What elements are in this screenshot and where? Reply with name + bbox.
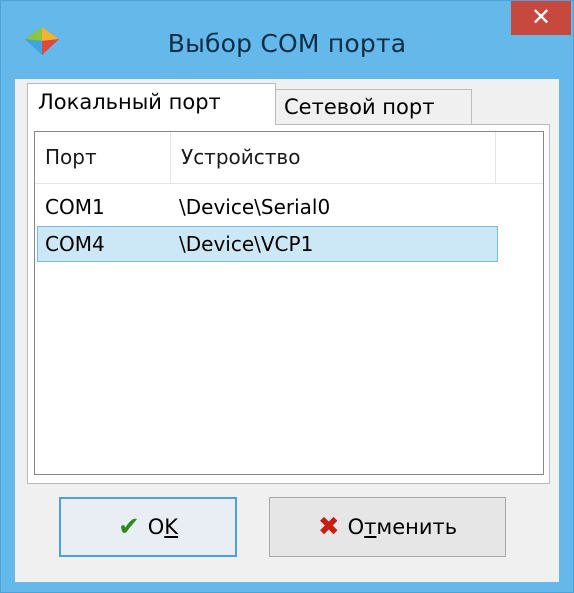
dialog-client-area: Локальный порт Сетевой порт Порт Устройс…	[15, 79, 559, 582]
device-cell: \Device\Serial0	[179, 195, 331, 219]
device-cell: \Device\VCP1	[179, 232, 314, 256]
column-header-filler	[496, 132, 543, 184]
tab-panel: Порт Устройство COM1 \Device\Serial0 COM…	[27, 124, 550, 484]
port-list[interactable]: Порт Устройство COM1 \Device\Serial0 COM…	[34, 131, 544, 475]
checkmark-icon: ✔	[117, 512, 140, 542]
port-cell: COM1	[45, 195, 105, 219]
column-header-device[interactable]: Устройство	[171, 132, 496, 184]
window-title: Выбор COM порта	[167, 29, 407, 58]
close-button[interactable]: ✕	[511, 1, 571, 35]
com-port-dialog: Выбор COM порта ✕ Локальный порт Сетевой…	[0, 0, 574, 593]
ok-button[interactable]: ✔ OK	[59, 497, 237, 557]
list-header: Порт Устройство	[35, 132, 543, 184]
column-header-port[interactable]: Порт	[35, 132, 171, 184]
port-cell: COM4	[45, 232, 105, 256]
title-bar[interactable]: Выбор COM порта ✕	[1, 1, 573, 79]
cancel-button[interactable]: ✖ Отменить	[269, 497, 506, 557]
tab-network-port-label: Сетевой порт	[284, 95, 435, 119]
cancel-button-label: Отменить	[347, 515, 458, 539]
tab-local-port-label: Локальный порт	[38, 90, 221, 114]
table-row-selected[interactable]: COM4 \Device\VCP1	[37, 226, 498, 262]
close-icon: ✕	[530, 3, 552, 31]
cross-icon: ✖	[317, 512, 340, 542]
tab-network-port[interactable]: Сетевой порт	[275, 89, 472, 125]
tab-local-port[interactable]: Локальный порт	[27, 83, 276, 125]
ok-button-label: OK	[147, 515, 179, 539]
table-row[interactable]: COM1 \Device\Serial0	[37, 190, 498, 226]
